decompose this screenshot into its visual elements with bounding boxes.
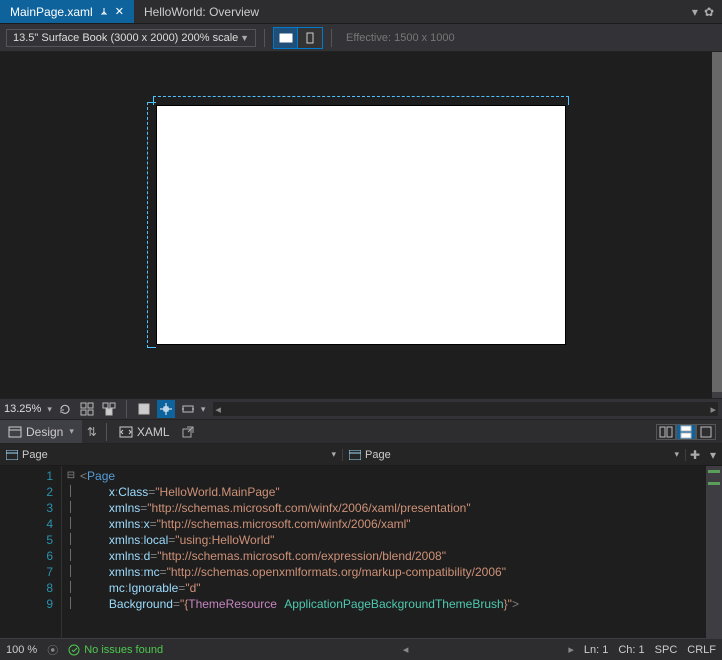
fold-column[interactable]: ⊟ ││││││││ [62, 466, 80, 638]
close-icon[interactable]: ✕ [115, 5, 124, 18]
portrait-button[interactable] [298, 28, 322, 48]
fit-all-button[interactable] [78, 400, 96, 418]
status-zoom[interactable]: 100 % [6, 644, 37, 656]
design-toolbar: 13.5" Surface Book (3000 x 2000) 200% sc… [0, 24, 722, 52]
collapse-pane-button[interactable] [696, 424, 716, 440]
scroll-marker [708, 470, 720, 473]
design-footer: 13.25% ▾ ▾ ◂ ▸ [0, 398, 722, 420]
fold-toggle[interactable]: ⊟ [62, 468, 80, 484]
status-indent[interactable]: SPC [655, 644, 678, 656]
settings-icon[interactable]: ✿ [704, 5, 714, 19]
effects-button[interactable] [135, 400, 153, 418]
page-canvas[interactable] [157, 106, 565, 344]
divider [126, 400, 127, 418]
horizontal-split-button[interactable] [676, 424, 696, 440]
ruler-vertical [147, 102, 155, 348]
status-eol[interactable]: CRLF [687, 644, 716, 656]
scroll-thumb[interactable] [712, 52, 722, 392]
status-bar: 100 % ⦿ No issues found ◂ ▸ Ln: 1 Ch: 1 … [0, 638, 722, 660]
chevron-down-icon: ▾ [674, 449, 679, 460]
vertical-split-button[interactable] [656, 424, 676, 440]
xaml-pane-tab[interactable]: XAML [111, 420, 178, 443]
xaml-icon [119, 426, 133, 438]
design-tab-label: Design [26, 425, 63, 439]
status-line[interactable]: Ln: 1 [584, 644, 608, 656]
issues-indicator[interactable]: No issues found [68, 644, 163, 656]
design-icon [8, 426, 22, 438]
nav-element-left[interactable]: Page ▾ [0, 449, 343, 461]
xaml-tab-label: XAML [137, 425, 170, 439]
document-tabs: MainPage.xaml ✕ HelloWorld: Overview ▾ ✿ [0, 0, 722, 24]
status-col[interactable]: Ch: 1 [618, 644, 644, 656]
divider [106, 423, 107, 441]
landscape-button[interactable] [274, 28, 298, 48]
snap-settings-button[interactable] [179, 400, 197, 418]
chevron-down-icon[interactable]: ▾ [201, 404, 206, 415]
nav-overflow-button[interactable]: ▾ [704, 448, 722, 462]
swap-panes-button[interactable]: ⇅ [82, 425, 102, 439]
code-editor[interactable]: 123456789 ⊟ ││││││││ <Page x:Class="Hell… [0, 466, 722, 638]
design-pane-tab[interactable]: Design ▾ [0, 420, 82, 443]
scroll-marker [708, 482, 720, 485]
zoom-reset-button[interactable]: ⦿ [47, 642, 58, 658]
pin-icon [99, 7, 109, 17]
horizontal-scrollbar[interactable]: ◂ ▸ [213, 402, 718, 416]
device-label: 13.5" Surface Book (3000 x 2000) 200% sc… [13, 32, 238, 44]
nav-element-right[interactable]: Page ▾ [343, 449, 686, 461]
device-selector[interactable]: 13.5" Surface Book (3000 x 2000) 200% sc… [6, 29, 256, 47]
tab-mainpage[interactable]: MainPage.xaml ✕ [0, 0, 134, 23]
tab-overflow-icon[interactable]: ▾ [692, 5, 698, 19]
popout-button[interactable] [178, 426, 198, 438]
element-icon [6, 450, 18, 460]
split-editor-button[interactable]: ✚ [686, 448, 704, 462]
effective-resolution: Effective: 1500 x 1000 [346, 32, 455, 44]
design-surface[interactable] [0, 52, 722, 398]
nav-forward-button[interactable]: ▸ [568, 643, 574, 656]
code-content[interactable]: <Page x:Class="HelloWorld.MainPage" xmln… [80, 466, 706, 638]
nav-right-label: Page [365, 449, 391, 461]
element-icon [349, 450, 361, 460]
tab-overview[interactable]: HelloWorld: Overview [134, 0, 269, 23]
line-gutter: 123456789 [0, 466, 62, 638]
vertical-scrollbar[interactable] [712, 52, 722, 398]
tab-label: HelloWorld: Overview [144, 5, 259, 19]
code-nav-bar: Page ▾ Page ▾ ✚ ▾ [0, 444, 722, 466]
editor-vertical-scrollbar[interactable] [706, 466, 722, 638]
chevron-down-icon: ▼ [240, 33, 249, 43]
chevron-down-icon: ▾ [47, 404, 52, 415]
nav-left-label: Page [22, 449, 48, 461]
check-circle-icon [68, 644, 80, 656]
orientation-group [273, 27, 323, 49]
chevron-down-icon: ▾ [69, 426, 74, 437]
ruler-horizontal [153, 96, 569, 104]
snap-toggle[interactable] [157, 400, 175, 418]
divider [331, 29, 332, 47]
zoom-control[interactable]: 13.25% ▾ [4, 403, 52, 415]
pane-tabs: Design ▾ ⇅ XAML [0, 420, 722, 444]
refresh-button[interactable] [56, 400, 74, 418]
issues-text: No issues found [84, 644, 163, 656]
nav-back-button[interactable]: ◂ [403, 643, 409, 656]
zoom-value: 13.25% [4, 403, 41, 415]
tab-label: MainPage.xaml [10, 5, 93, 19]
fit-selection-button[interactable] [100, 400, 118, 418]
chevron-down-icon: ▾ [331, 449, 336, 460]
divider [264, 29, 265, 47]
